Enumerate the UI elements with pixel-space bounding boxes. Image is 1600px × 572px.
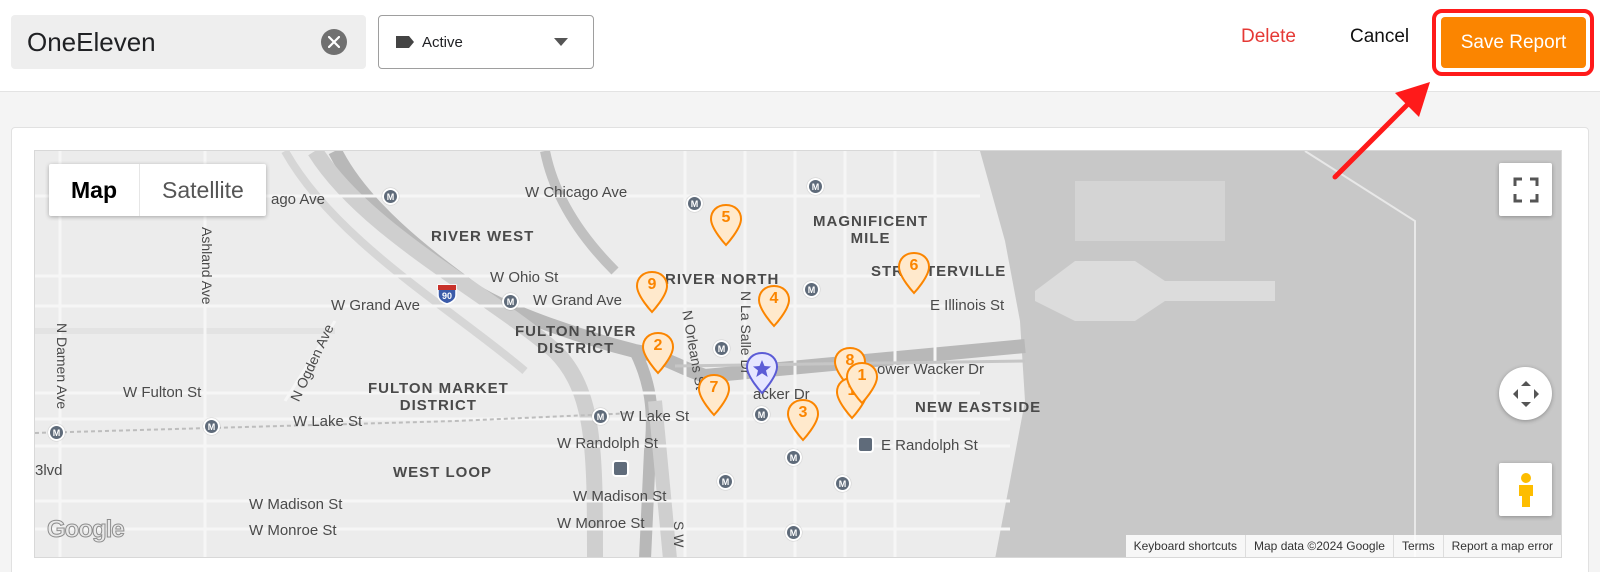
street-label: Ashland Ave (199, 227, 215, 305)
map-type-satellite[interactable]: Satellite (139, 164, 266, 216)
location-marker[interactable]: 2 (641, 331, 675, 375)
map-type-map[interactable]: Map (49, 164, 139, 216)
street-label: W Monroe St (557, 515, 645, 532)
map-attribution-bar: Keyboard shortcuts Map data ©2024 Google… (1125, 535, 1561, 557)
neighborhood-label: NEW EASTSIDE (915, 399, 1042, 416)
report-name-input[interactable] (27, 26, 317, 58)
street-label: ower Wacker Dr (877, 361, 984, 378)
train-station-icon[interactable] (612, 460, 629, 477)
street-label: E Randolph St (881, 437, 978, 454)
map-view[interactable]: Map Satellite RIVER WEST RIVER NORTH MAG… (34, 150, 1562, 558)
status-dropdown[interactable]: Active (378, 15, 594, 69)
delete-button[interactable]: Delete (1241, 26, 1296, 48)
street-label: E Illinois St (930, 297, 1005, 314)
terms-link[interactable]: Terms (1392, 535, 1443, 557)
neighborhood-label: WEST LOOP (393, 464, 492, 481)
street-view-pegman-button[interactable] (1499, 463, 1552, 516)
street-label: W Grand Ave (331, 297, 420, 314)
street-label: W Lake St (293, 413, 363, 430)
report-map-error-link[interactable]: Report a map error (1442, 535, 1561, 557)
neighborhood-label: FULTON MARKET DISTRICT (368, 380, 509, 414)
street-label: ago Ave (271, 191, 325, 208)
street-label: W Lake St (620, 408, 690, 425)
report-header: Active Delete Cancel Save Report (0, 0, 1600, 92)
street-label: W Madison St (573, 488, 667, 505)
interstate-shield-icon: 90 (436, 283, 458, 305)
metro-station-icon[interactable]: M (807, 178, 824, 195)
street-label: W Madison St (249, 496, 343, 513)
location-marker[interactable]: 4 (757, 284, 791, 328)
metro-station-icon[interactable]: M (713, 340, 730, 357)
neighborhood-label: STREETERVILLE (871, 263, 1007, 280)
street-label: W Monroe St (249, 522, 337, 539)
metro-station-icon[interactable]: M (382, 188, 399, 205)
street-label: S W (671, 521, 687, 548)
keyboard-shortcuts-link[interactable]: Keyboard shortcuts (1126, 535, 1245, 557)
location-marker[interactable]: 7 (697, 373, 731, 417)
location-marker[interactable]: 6 (897, 251, 931, 295)
location-marker[interactable]: 9 (635, 270, 669, 314)
metro-station-icon[interactable]: M (785, 449, 802, 466)
metro-station-icon[interactable]: M (717, 473, 734, 490)
map-data-text: Map data ©2024 Google (1245, 535, 1393, 557)
neighborhood-label: RIVER WEST (431, 228, 535, 245)
pegman-icon (1518, 472, 1533, 507)
camera-control-button[interactable] (1499, 367, 1552, 420)
status-value: Active (422, 33, 463, 51)
street-label: N Damen Ave (54, 323, 70, 410)
street-label: W Fulton St (123, 384, 202, 401)
cancel-button[interactable]: Cancel (1350, 26, 1409, 48)
origin-star-marker[interactable] (745, 351, 779, 395)
metro-station-icon[interactable]: M (785, 524, 802, 541)
report-name-field[interactable] (11, 15, 366, 69)
metro-station-icon[interactable]: M (686, 195, 703, 212)
tag-icon (396, 36, 414, 48)
fullscreen-icon (1513, 177, 1538, 202)
metro-station-icon[interactable]: M (803, 281, 820, 298)
location-marker[interactable]: 5 (709, 203, 743, 247)
chevron-down-icon (554, 38, 568, 46)
metro-station-icon[interactable]: M (502, 293, 519, 310)
clear-icon[interactable] (321, 29, 347, 55)
metro-station-icon[interactable]: M (203, 418, 220, 435)
street-label: W Chicago Ave (525, 184, 628, 201)
street-label: W Randolph St (557, 435, 658, 452)
metro-station-icon[interactable]: M (48, 424, 65, 441)
save-report-button[interactable]: Save Report (1441, 17, 1586, 68)
street-label: W Ohio St (490, 269, 559, 286)
metro-station-icon[interactable]: M (592, 408, 609, 425)
pan-arrows-icon (1512, 380, 1539, 407)
street-label: 3lvd (35, 462, 63, 479)
google-logo: Google (47, 516, 126, 544)
fullscreen-button[interactable] (1499, 163, 1552, 216)
street-label: W Grand Ave (533, 292, 622, 309)
metro-station-icon[interactable]: M (753, 406, 770, 423)
neighborhood-label: FULTON RIVER DISTRICT (515, 323, 637, 357)
location-marker[interactable]: 3 (786, 398, 820, 442)
map-type-control: Map Satellite (49, 164, 266, 216)
metro-station-icon[interactable]: M (834, 475, 851, 492)
train-station-icon[interactable] (857, 436, 874, 453)
location-marker[interactable]: 1 (845, 361, 879, 405)
neighborhood-label: MAGNIFICENT MILE (813, 213, 929, 247)
